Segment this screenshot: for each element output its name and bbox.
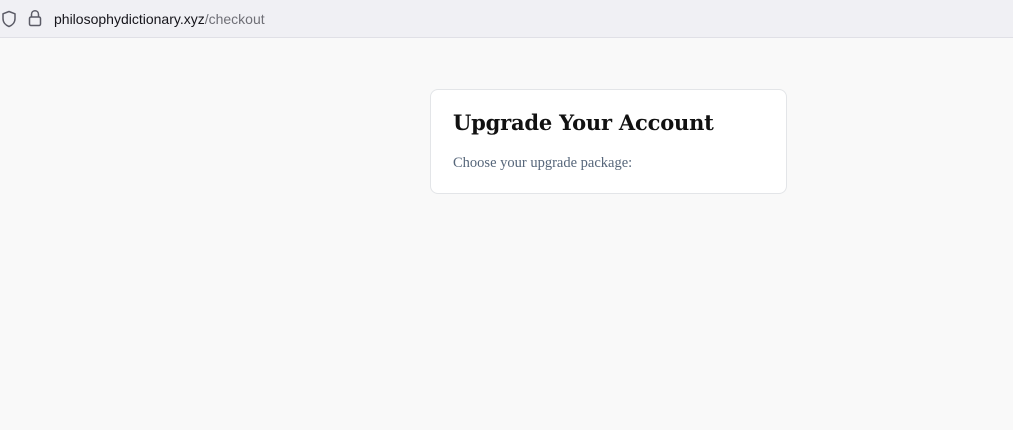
page-content: Upgrade Your Account Choose your upgrade… xyxy=(0,38,1013,430)
card-subtitle: Choose your upgrade package: xyxy=(453,155,633,171)
address-bar[interactable]: philosophydictionary.xyz/checkout xyxy=(0,0,1013,38)
upgrade-card: Upgrade Your Account Choose your upgrade… xyxy=(430,89,787,194)
shield-icon[interactable] xyxy=(1,10,17,28)
url-text[interactable]: philosophydictionary.xyz/checkout xyxy=(54,10,265,28)
url-path: /checkout xyxy=(204,11,265,27)
lock-icon[interactable] xyxy=(28,9,42,27)
url-host: philosophydictionary.xyz xyxy=(54,11,205,27)
card-title: Upgrade Your Account xyxy=(453,110,714,135)
